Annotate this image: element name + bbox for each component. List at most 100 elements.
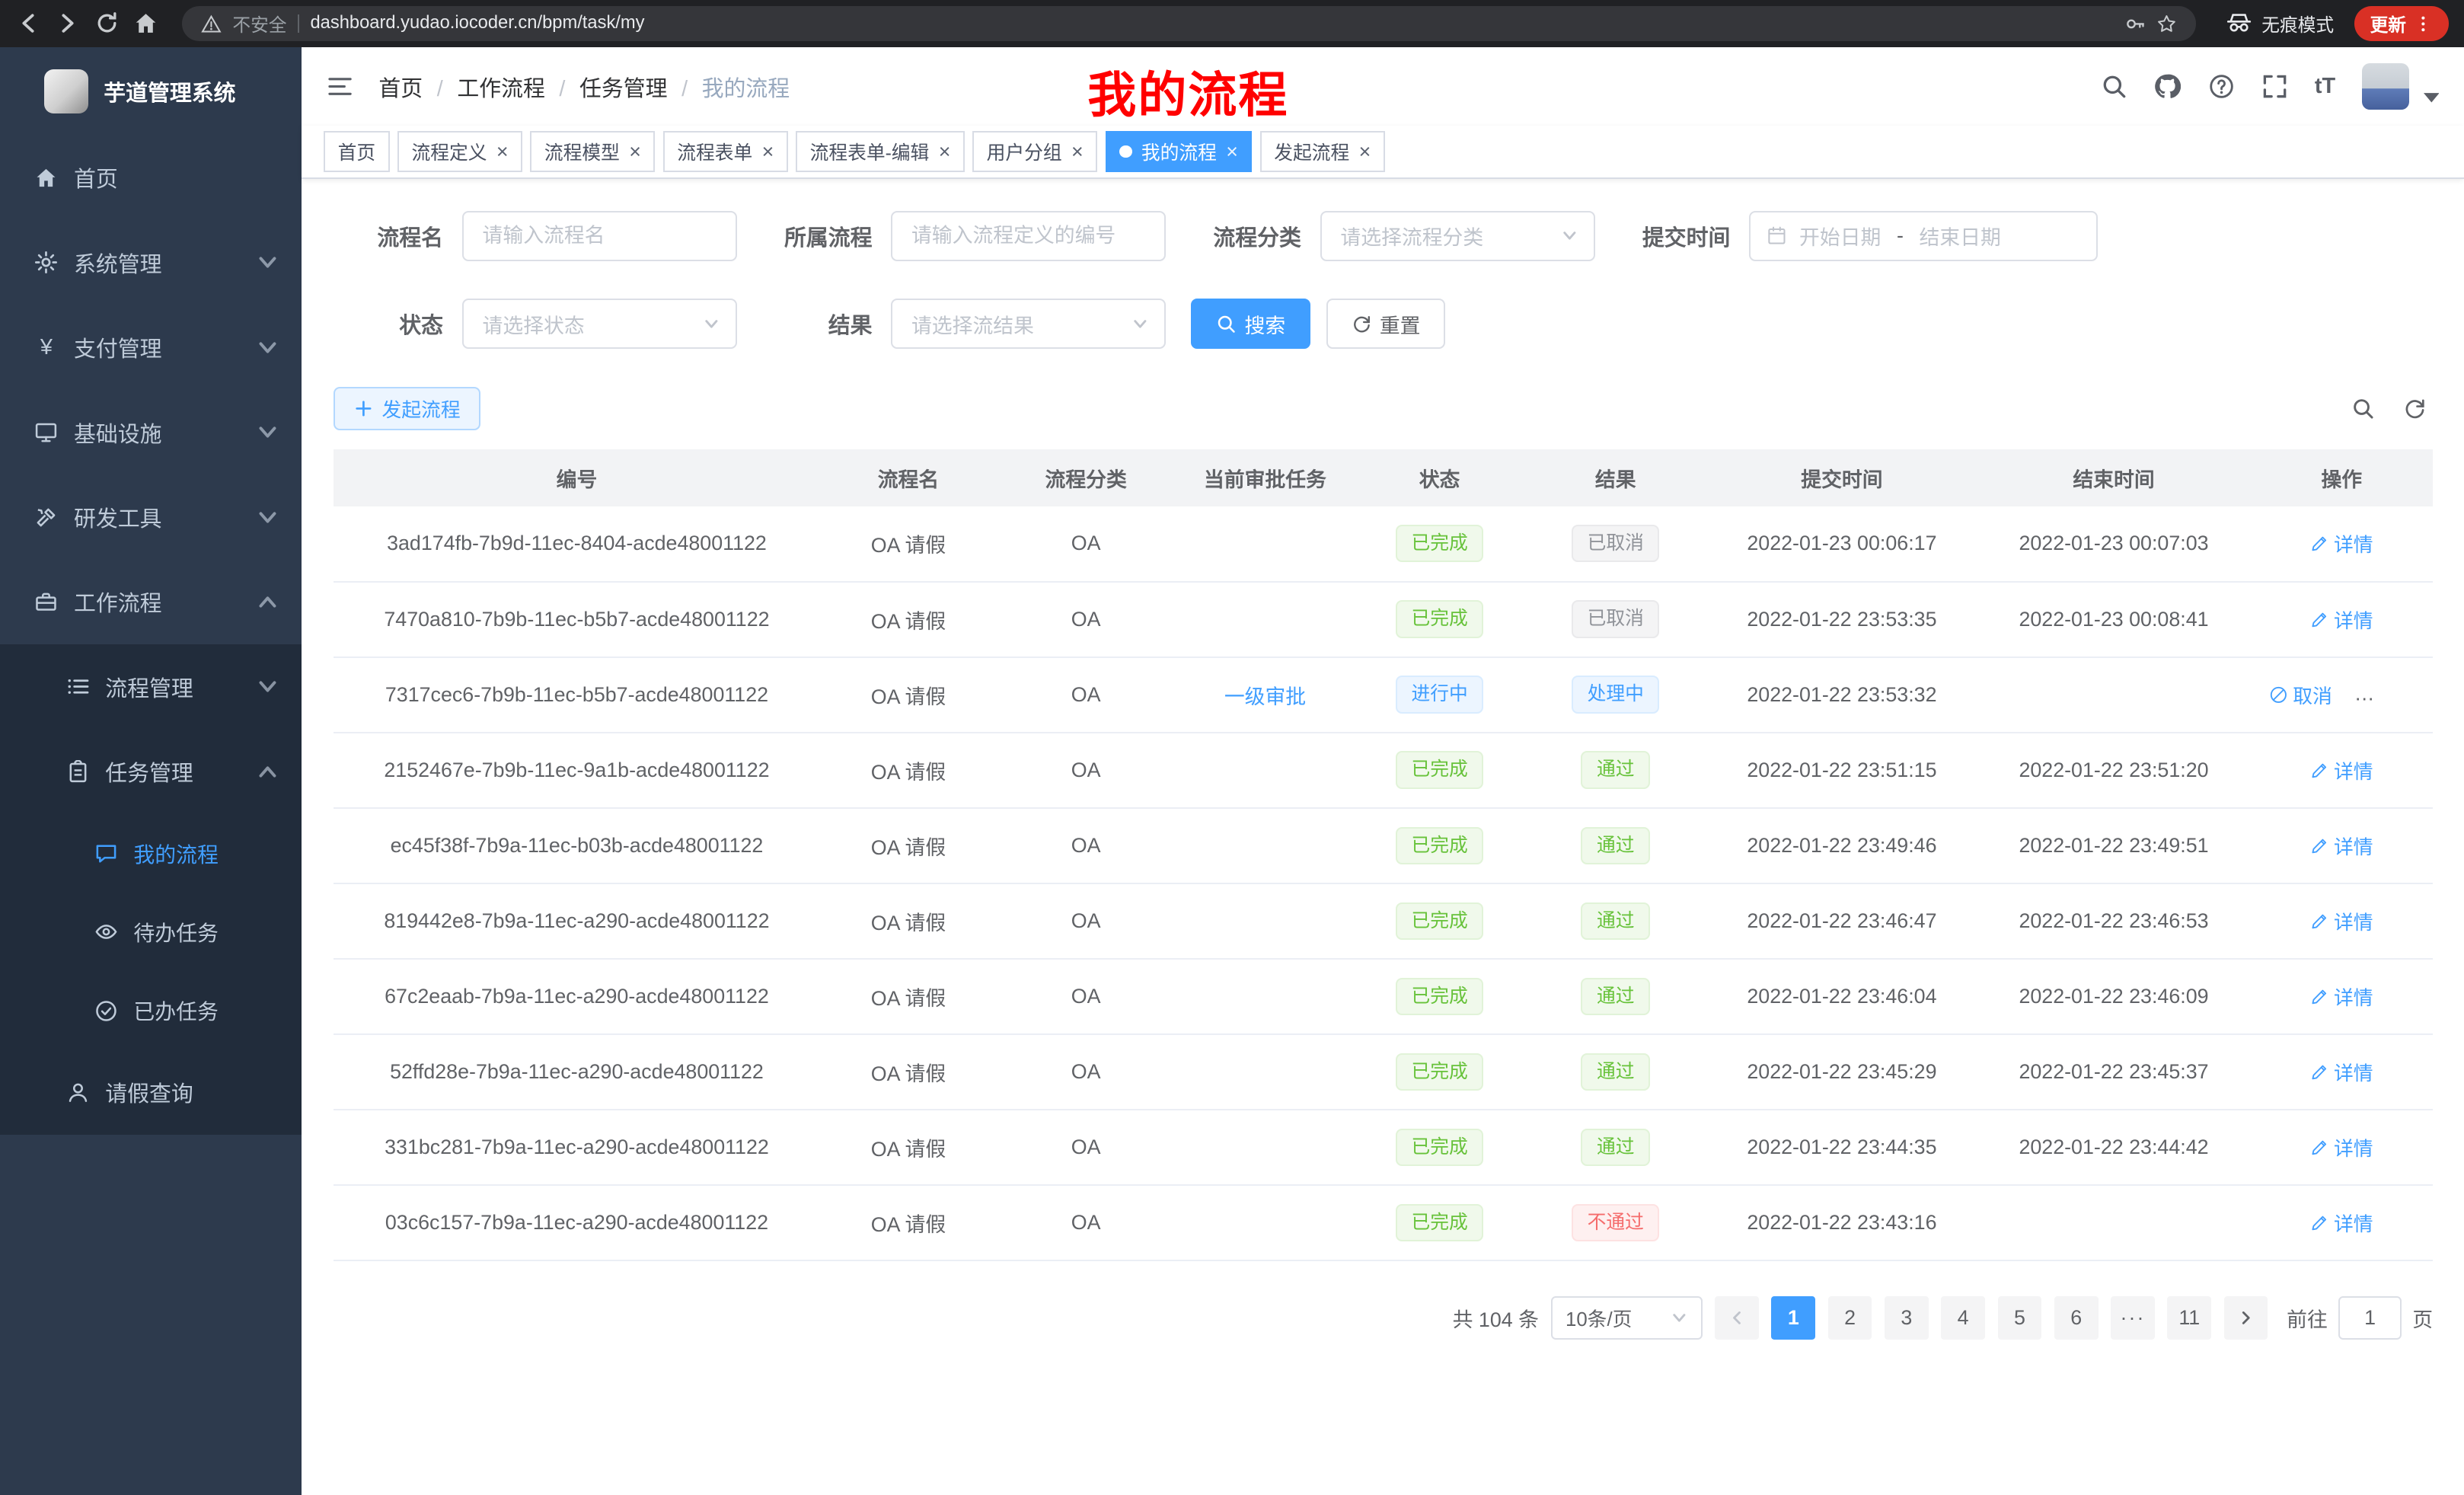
- sidebar-item-my-process[interactable]: 我的流程: [0, 814, 302, 893]
- cell-status: 已完成: [1355, 959, 1524, 1034]
- action-label: 详情: [2334, 907, 2373, 935]
- cell-submit-time: 2022-01-22 23:53:32: [1706, 657, 1977, 733]
- breadcrumb-item-home[interactable]: 首页: [378, 71, 457, 103]
- sidebar-item-home[interactable]: 首页: [0, 135, 302, 219]
- user-avatar[interactable]: [2362, 63, 2409, 110]
- sidebar-item-leave-query[interactable]: 请假查询: [0, 1050, 302, 1135]
- sidebar-toggle-button[interactable]: [327, 73, 353, 100]
- app-title: 芋道管理系统: [104, 75, 235, 107]
- filter-row-2: 状态 请选择状态 结果 请选择流结果 搜索: [334, 299, 2434, 349]
- sidebar-item-done-task[interactable]: 已办任务: [0, 971, 302, 1049]
- category-select[interactable]: 请选择流程分类: [1320, 211, 1595, 261]
- page-button-2[interactable]: 2: [1828, 1296, 1872, 1340]
- cancel-icon: [2269, 685, 2288, 704]
- page-button-4[interactable]: 4: [1941, 1296, 1985, 1340]
- reset-button[interactable]: 重置: [1326, 299, 1446, 349]
- sidebar-item-workflow[interactable]: 工作流程: [0, 560, 302, 644]
- sidebar-item-process-mgmt[interactable]: 流程管理: [0, 644, 302, 729]
- table-header-row: 编号 流程名 流程分类 当前审批任务 状态 结果 提交时间 结束时间 操作: [334, 449, 2434, 506]
- page-button-3[interactable]: 3: [1885, 1296, 1929, 1340]
- sidebar-item-dev-tools[interactable]: 研发工具: [0, 474, 302, 559]
- browser-reload-button[interactable]: [94, 11, 120, 36]
- create-process-button[interactable]: 发起流程: [334, 387, 481, 431]
- security-warning-icon[interactable]: [201, 14, 222, 34]
- goto-page-input[interactable]: [2338, 1296, 2402, 1340]
- cancel-link[interactable]: 取消: [2269, 681, 2332, 709]
- sidebar-item-label: 我的流程: [133, 839, 218, 869]
- page-button-11[interactable]: 11: [2167, 1296, 2211, 1340]
- tab-user-group[interactable]: 用户分组×: [972, 131, 1097, 172]
- address-bar[interactable]: 不安全 dashboard.yudao.iocoder.cn/bpm/task/…: [182, 6, 2195, 40]
- page-size-select[interactable]: 10条/页: [1551, 1296, 1702, 1340]
- tab-process-definition[interactable]: 流程定义×: [397, 131, 522, 172]
- status-select[interactable]: 请选择状态: [462, 299, 737, 349]
- detail-link[interactable]: 详情: [2310, 1058, 2373, 1086]
- tab-start-process[interactable]: 发起流程×: [1260, 131, 1385, 172]
- detail-link[interactable]: 详情: [2310, 832, 2373, 860]
- result-select[interactable]: 请选择流结果: [891, 299, 1166, 349]
- tab-process-form-edit[interactable]: 流程表单-编辑×: [796, 131, 965, 172]
- tab-process-form[interactable]: 流程表单 ×: [663, 131, 788, 172]
- tab-close-icon[interactable]: ×: [1226, 142, 1238, 162]
- page-button-6[interactable]: 6: [2054, 1296, 2099, 1340]
- help-icon[interactable]: [2208, 73, 2235, 100]
- github-icon[interactable]: [2154, 73, 2181, 100]
- page-more-button[interactable]: ···: [2111, 1296, 2155, 1340]
- page-button-5[interactable]: 5: [1998, 1296, 2042, 1340]
- bookmark-star-icon[interactable]: [2156, 14, 2177, 34]
- tab-close-icon[interactable]: ×: [629, 142, 641, 162]
- sidebar-item-payment-mgmt[interactable]: ¥支付管理: [0, 305, 302, 389]
- sidebar-item-todo-task[interactable]: 待办任务: [0, 893, 302, 971]
- sidebar-item-system-mgmt[interactable]: 系统管理: [0, 220, 302, 305]
- refresh-table-icon[interactable]: [2403, 397, 2427, 420]
- browser-update-button[interactable]: 更新: [2354, 6, 2449, 40]
- tab-close-icon[interactable]: ×: [1071, 142, 1084, 162]
- toggle-search-icon[interactable]: [2351, 397, 2375, 420]
- detail-link[interactable]: 详情: [2310, 1133, 2373, 1161]
- fullscreen-icon[interactable]: [2261, 73, 2288, 100]
- breadcrumb-item-task-mgmt[interactable]: 任务管理: [579, 71, 702, 103]
- password-key-icon[interactable]: [2125, 14, 2146, 34]
- breadcrumb-item-workflow[interactable]: 工作流程: [457, 71, 579, 103]
- browser-forward-button[interactable]: [55, 11, 80, 36]
- search-button[interactable]: 搜索: [1191, 299, 1310, 349]
- next-page-button[interactable]: [2224, 1296, 2268, 1340]
- detail-link[interactable]: 详情: [2310, 756, 2373, 784]
- cell-submit-time: 2022-01-22 23:46:04: [1706, 959, 1977, 1034]
- result-tag: 通过: [1581, 827, 1650, 865]
- submit-time-range-picker[interactable]: 开始日期 - 结束日期: [1749, 211, 2098, 261]
- header-search-icon[interactable]: [2101, 73, 2127, 100]
- detail-link[interactable]: 详情: [2310, 605, 2373, 634]
- prev-page-button[interactable]: [1715, 1296, 1759, 1340]
- cell-actions: 详情: [2251, 1034, 2434, 1110]
- process-name-input[interactable]: [462, 211, 737, 261]
- cell-process-id: 67c2eaab-7b9a-11ec-a290-acde48001122: [334, 959, 821, 1034]
- font-size-icon[interactable]: tT: [2315, 74, 2335, 99]
- avatar-caret-icon[interactable]: [2424, 90, 2440, 106]
- cell-current-task: [1176, 1110, 1355, 1185]
- detail-link[interactable]: 详情: [2310, 1209, 2373, 1237]
- table-row: 7317cec6-7b9b-11ec-b5b7-acde48001122OA 请…: [334, 657, 2434, 733]
- tab-label: 流程表单: [677, 138, 752, 165]
- tab-close-icon[interactable]: ×: [496, 142, 509, 162]
- tab-home[interactable]: 首页: [324, 131, 390, 172]
- browser-menu-icon[interactable]: [2414, 14, 2433, 34]
- detail-link[interactable]: 详情: [2310, 907, 2373, 935]
- tab-close-icon[interactable]: ×: [1359, 142, 1371, 162]
- process-definition-input[interactable]: [891, 211, 1166, 261]
- cell-end-time: 2022-01-22 23:46:09: [1977, 959, 2250, 1034]
- page-button-1[interactable]: 1: [1771, 1296, 1815, 1340]
- sidebar-item-infrastructure[interactable]: 基础设施: [0, 390, 302, 474]
- detail-link[interactable]: 详情: [2310, 529, 2373, 557]
- current-task-link[interactable]: 一级审批: [1224, 685, 1306, 708]
- detail-link[interactable]: 详情: [2310, 982, 2373, 1011]
- tab-process-model[interactable]: 流程模型×: [530, 131, 655, 172]
- sidebar-item-task-mgmt[interactable]: 任务管理: [0, 730, 302, 814]
- browser-home-button[interactable]: [133, 11, 158, 36]
- cell-process-id: 819442e8-7b9a-11ec-a290-acde48001122: [334, 883, 821, 959]
- browser-back-button[interactable]: [16, 11, 41, 36]
- tab-close-icon[interactable]: ×: [762, 142, 774, 162]
- cell-process-id: 2152467e-7b9b-11ec-9a1b-acde48001122: [334, 733, 821, 808]
- tab-my-process[interactable]: 我的流程×: [1106, 131, 1253, 172]
- tab-close-icon[interactable]: ×: [939, 142, 951, 162]
